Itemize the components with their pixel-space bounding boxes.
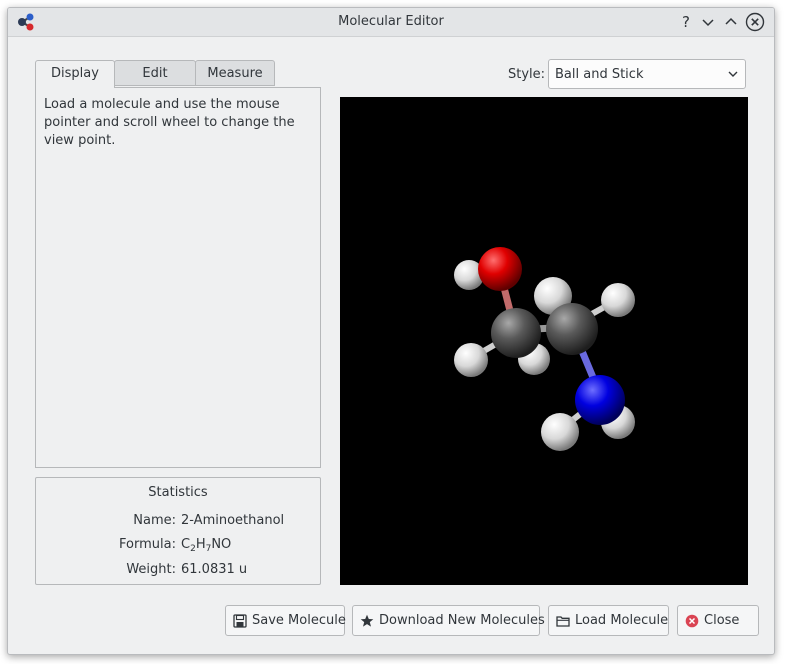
help-button[interactable]: ? [676, 12, 696, 32]
display-instructions: Load a molecule and use the mouse pointe… [44, 97, 295, 148]
molecule-render [454, 247, 635, 451]
load-molecule-label: Load Molecule [575, 613, 669, 628]
display-tab-panel: Load a molecule and use the mouse pointe… [35, 87, 321, 468]
chevron-down-icon [728, 71, 738, 77]
style-selected-value: Ball and Stick [555, 67, 644, 82]
save-molecule-label: Save Molecule [252, 613, 346, 628]
tab-display[interactable]: Display [35, 60, 115, 88]
stat-row-weight: Weight: 61.0831 u [36, 562, 322, 580]
titlebar[interactable]: Molecular Editor ? [8, 8, 774, 37]
style-label: Style: [508, 67, 546, 82]
hydrogen-atom [454, 343, 488, 377]
star-icon [360, 614, 374, 627]
weight-label: Weight: [126, 562, 176, 577]
window-close-button[interactable] [745, 12, 765, 32]
weight-value: 61.0831 u [181, 562, 248, 577]
help-icon: ? [682, 13, 690, 31]
close-label: Close [704, 613, 740, 628]
carbon-atom [546, 303, 598, 355]
style-select[interactable]: Ball and Stick [548, 59, 746, 89]
load-molecule-button[interactable]: Load Molecule [548, 605, 669, 636]
formula-label: Formula: [119, 537, 176, 552]
formula-value: C2H7NO [181, 537, 232, 554]
close-button[interactable]: Close [677, 605, 759, 636]
tab-measure[interactable]: Measure [195, 60, 275, 86]
chevron-up-icon [725, 17, 737, 25]
hydrogen-atom [601, 283, 635, 317]
folder-open-icon [556, 616, 570, 627]
minimize-button[interactable] [698, 12, 718, 32]
statistics-title: Statistics [148, 485, 208, 500]
save-molecule-button[interactable]: Save Molecule [225, 605, 346, 636]
tab-edit[interactable]: Edit [114, 60, 196, 86]
nitrogen-atom [575, 375, 625, 425]
maximize-button[interactable] [721, 12, 741, 32]
stat-row-formula: Formula: C2H7NO [36, 537, 322, 555]
download-new-molecules-label: Download New Molecules [379, 613, 545, 628]
hydrogen-atom [541, 413, 579, 451]
molecule-viewer[interactable] [340, 97, 748, 585]
close-icon [745, 12, 765, 32]
name-value: 2-Aminoethanol [181, 513, 285, 528]
chevron-down-icon [702, 19, 714, 27]
save-icon [233, 614, 247, 628]
molecular-editor-window: Molecular Editor ? Display Edit Measure [7, 7, 775, 655]
oxygen-atom [478, 247, 522, 291]
name-label: Name: [133, 513, 176, 528]
close-icon [685, 614, 699, 628]
statistics-group: Statistics Name: 2-Aminoethanol Formula:… [35, 477, 321, 585]
stat-row-name: Name: 2-Aminoethanol [36, 513, 322, 531]
download-new-molecules-button[interactable]: Download New Molecules [352, 605, 545, 636]
window-title: Molecular Editor [338, 14, 444, 29]
carbon-atom [491, 308, 541, 358]
